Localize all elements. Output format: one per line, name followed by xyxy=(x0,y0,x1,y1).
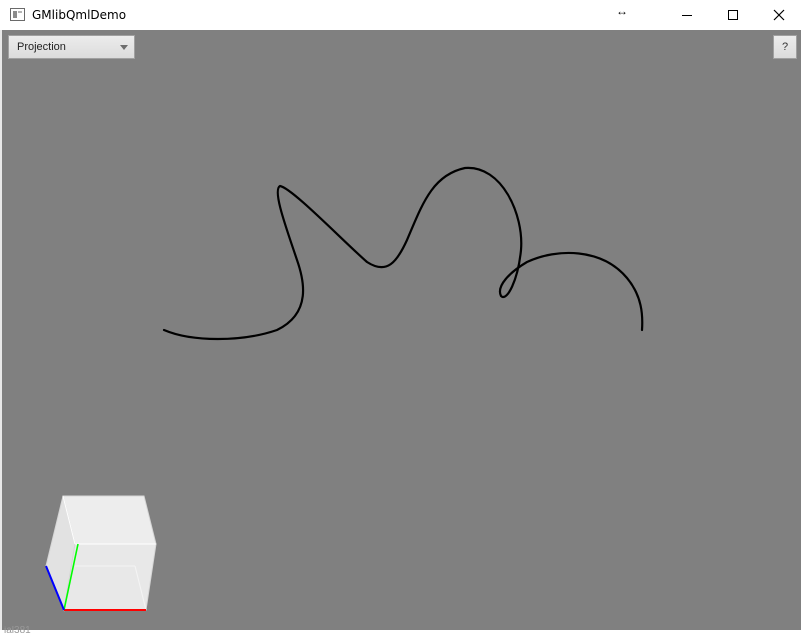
navigation-cube[interactable] xyxy=(40,492,164,616)
app-window: GMlibQmlDemo ↔ Projection ? ial381 xyxy=(0,0,802,634)
resize-arrows-icon: ↔ xyxy=(616,4,628,18)
help-button[interactable]: ? xyxy=(773,35,797,59)
minimize-icon xyxy=(682,15,692,16)
projection-dropdown-label: Projection xyxy=(17,41,66,53)
cube-face-top[interactable] xyxy=(62,495,157,545)
projection-dropdown[interactable]: Projection xyxy=(8,35,135,59)
maximize-button[interactable] xyxy=(710,0,756,30)
window-bottom-border xyxy=(0,630,802,634)
gl-viewport[interactable]: Projection ? xyxy=(2,30,801,630)
app-window-icon xyxy=(10,8,25,21)
minimize-button[interactable] xyxy=(664,0,710,30)
close-icon xyxy=(773,9,785,21)
cube-face-front[interactable] xyxy=(63,543,157,611)
window-title: GMlibQmlDemo xyxy=(32,8,127,22)
chevron-down-icon xyxy=(120,45,128,50)
background-text: ial381 xyxy=(4,626,31,634)
maximize-icon xyxy=(728,10,738,20)
spline-curve xyxy=(162,166,644,341)
title-bar[interactable]: GMlibQmlDemo ↔ xyxy=(0,0,802,30)
close-button[interactable] xyxy=(756,0,802,30)
